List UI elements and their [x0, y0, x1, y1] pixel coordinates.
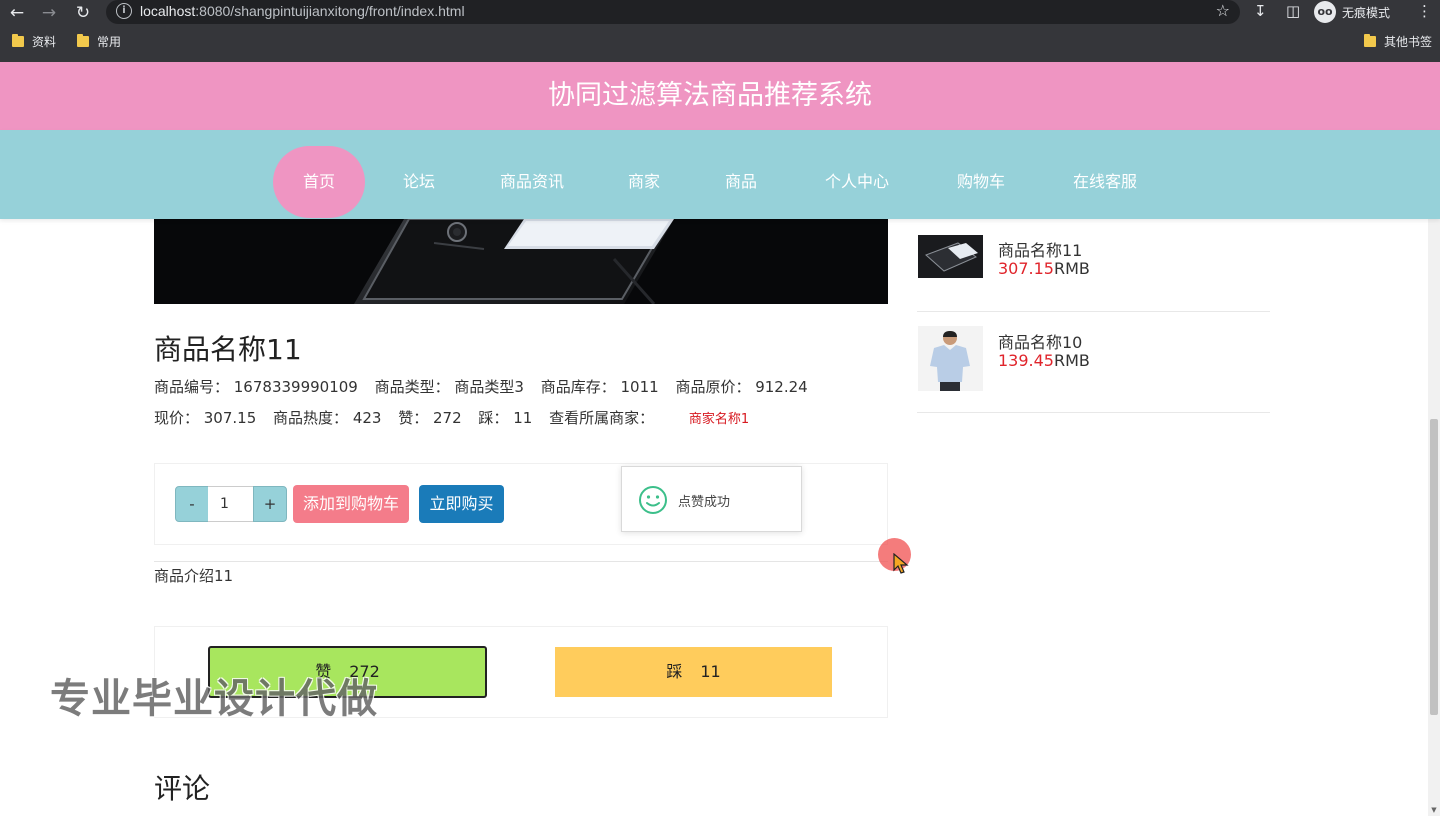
toast-message: 点赞成功 [678, 495, 731, 510]
add-to-cart-button[interactable]: 添加到购物车 [293, 485, 409, 523]
bookmarks-bar: 资料 常用 其他书签 [0, 33, 1440, 55]
bookmark-label: 其他书签 [1384, 35, 1433, 49]
product-image [154, 219, 888, 304]
url-path: :8080/shangpintuijianxitong/front/index.… [195, 3, 465, 19]
recommend-item[interactable]: 商品名称10 139.45RMB [917, 312, 1270, 413]
site-title: 协同过滤算法商品推荐系统 [548, 80, 872, 111]
price-unit: RMB [1053, 259, 1090, 278]
recommend-name: 商品名称10 [998, 333, 1083, 352]
quantity-input[interactable] [208, 486, 254, 522]
product-description: 商品介绍11 [154, 567, 234, 585]
url-text[interactable]: localhost:8080/shangpintuijianxitong/fro… [140, 3, 465, 19]
recommend-item[interactable]: 商品名称11 307.15RMB [917, 219, 1270, 312]
dislike-label: 踩 [666, 662, 683, 681]
address-bar[interactable]: i localhost:8080/shangpintuijianxitong/f… [106, 0, 1240, 24]
bookmark-star-icon[interactable]: ☆ [1216, 1, 1230, 20]
back-icon[interactable]: ← [6, 2, 28, 24]
incognito-label: 无痕模式 [1342, 5, 1391, 20]
product-code: 商品编号： 1678339990109 [154, 378, 358, 396]
product-title: 商品名称11 [154, 333, 302, 366]
side-panel-icon[interactable]: ◫ [1286, 2, 1300, 20]
scrollbar-thumb[interactable] [1430, 419, 1438, 715]
browser-chrome: ← → ↻ i localhost:8080/shangpintuijianxi… [0, 0, 1440, 62]
folder-icon [1364, 34, 1376, 47]
incognito-icon: oo [1314, 1, 1336, 23]
folder-icon [12, 34, 24, 47]
incognito-indicator[interactable]: oo 无痕模式 [1314, 1, 1390, 23]
product-likes: 赞： 272 [398, 409, 462, 427]
folder-icon [77, 34, 89, 47]
bookmark-label: 资料 [32, 35, 57, 49]
product-dislikes: 踩： 11 [478, 409, 533, 427]
bookmark-folder-1[interactable]: 资料 [12, 33, 56, 50]
nav-merchants[interactable]: 商家 [620, 130, 668, 219]
nav-profile[interactable]: 个人中心 [820, 130, 894, 219]
reload-icon[interactable]: ↻ [72, 2, 94, 24]
quantity-increase-button[interactable]: + [253, 486, 287, 522]
price-value: 307.15 [998, 259, 1054, 278]
comments-heading: 评论 [154, 772, 211, 805]
recommend-thumb [918, 326, 983, 391]
success-toast: 点赞成功 [621, 466, 802, 532]
product-heat: 商品热度： 423 [273, 409, 382, 427]
download-icon[interactable]: ↧ [1254, 2, 1267, 20]
other-bookmarks[interactable]: 其他书签 [1364, 33, 1432, 50]
recommend-thumb [918, 235, 983, 278]
merchant-link[interactable]: 商家名称1 [689, 412, 749, 427]
site-header: 协同过滤算法商品推荐系统 [0, 62, 1440, 130]
nav-news[interactable]: 商品资讯 [496, 130, 568, 219]
forward-icon[interactable]: → [38, 2, 60, 24]
menu-kebab-icon[interactable]: ⋮ [1417, 2, 1432, 20]
product-info-line-2: 现价： 307.15 商品热度： 423 赞： 272 踩： 11 查看所属商家… [154, 407, 761, 428]
site-info-icon[interactable]: i [116, 3, 132, 19]
product-stock: 商品库存： 1011 [540, 378, 659, 396]
price-value: 139.45 [998, 351, 1054, 370]
smile-icon [639, 486, 667, 514]
section-divider [154, 561, 888, 562]
product-type: 商品类型： 商品类型3 [374, 378, 524, 396]
address-row: ← → ↻ i localhost:8080/shangpintuijianxi… [0, 0, 1440, 26]
quantity-decrease-button[interactable]: - [175, 486, 209, 522]
buy-now-button[interactable]: 立即购买 [419, 485, 504, 523]
page-scrollbar[interactable]: ▼ [1428, 219, 1440, 816]
bookmark-folder-2[interactable]: 常用 [77, 33, 121, 50]
nav-forum[interactable]: 论坛 [393, 130, 445, 219]
price-unit: RMB [1053, 351, 1090, 370]
product-info-line-1: 商品编号： 1678339990109 商品类型： 商品类型3 商品库存： 10… [154, 376, 820, 397]
recommend-price: 139.45RMB [998, 351, 1090, 370]
merchant-label: 查看所属商家： [549, 409, 655, 427]
url-host: localhost [140, 3, 196, 19]
shirt-thumb-image [918, 326, 983, 391]
bookmark-label: 常用 [97, 35, 122, 49]
nav-cart[interactable]: 购物车 [950, 130, 1012, 219]
recommend-name: 商品名称11 [998, 241, 1083, 260]
product-original-price: 商品原价： 912.24 [675, 378, 808, 396]
recommend-price: 307.15RMB [998, 259, 1090, 278]
product-price: 现价： 307.15 [154, 409, 257, 427]
nav-products[interactable]: 商品 [716, 130, 766, 219]
mouse-cursor-icon [893, 553, 909, 574]
phone-photo [154, 219, 888, 304]
scroll-down-icon[interactable]: ▼ [1430, 806, 1438, 814]
nav-home[interactable]: 首页 [273, 146, 365, 218]
main-nav: 首页 论坛 商品资讯 商家 商品 个人中心 购物车 在线客服 [0, 130, 1440, 219]
phone-thumb-image [918, 235, 983, 278]
watermark-text: 专业毕业设计代做 [50, 676, 378, 722]
dislike-count: 11 [700, 662, 721, 681]
dislike-button[interactable]: 踩 11 [555, 647, 832, 697]
nav-support[interactable]: 在线客服 [1068, 130, 1142, 219]
